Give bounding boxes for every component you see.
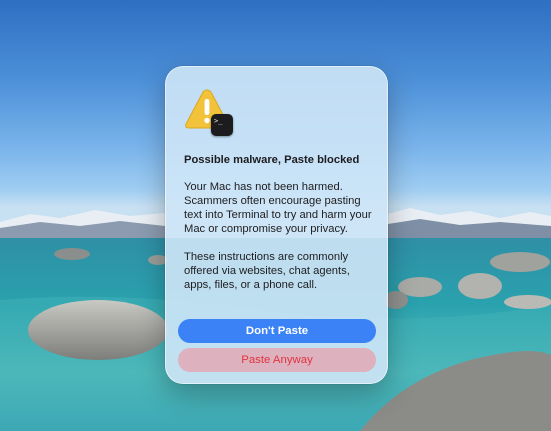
alert-icon-group: >_ bbox=[184, 87, 238, 137]
dialog-message-sources: These instructions are commonly offered … bbox=[184, 251, 350, 291]
paste-blocked-dialog: >_ Possible malware, Paste blocked Your … bbox=[165, 66, 388, 384]
dialog-title: Possible malware, Paste blocked bbox=[184, 154, 360, 166]
desktop: >_ Possible malware, Paste blocked Your … bbox=[0, 0, 551, 431]
dont-paste-button[interactable]: Don't Paste bbox=[178, 319, 376, 343]
terminal-icon: >_ bbox=[211, 114, 233, 136]
dialog-message-harm: Your Mac has not been harmed. Scammers o… bbox=[184, 181, 372, 235]
paste-anyway-button[interactable]: Paste Anyway bbox=[178, 348, 376, 372]
